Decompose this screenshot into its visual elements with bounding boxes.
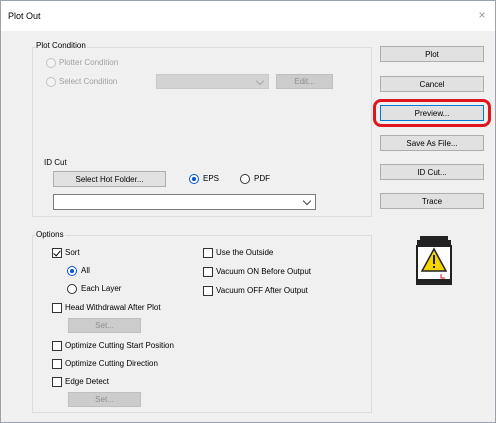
- plot-condition-group: [32, 47, 372, 217]
- optimize-start-label: Optimize Cutting Start Position: [65, 341, 174, 350]
- edge-detect-set-button[interactable]: Set...: [68, 392, 141, 407]
- preview-button[interactable]: Preview...: [380, 105, 484, 121]
- plot-button[interactable]: Plot: [380, 46, 484, 62]
- select-hot-folder-button[interactable]: Select Hot Folder...: [53, 171, 166, 187]
- plot-condition-legend: Plot Condition: [35, 41, 87, 50]
- edge-detect-label: Edge Detect: [65, 377, 110, 386]
- title-bar: Plot Out ×: [1, 1, 495, 31]
- select-condition-radio[interactable]: [46, 77, 56, 87]
- edit-condition-button[interactable]: Edit...: [276, 74, 333, 89]
- save-as-file-button[interactable]: Save As File...: [380, 135, 484, 151]
- id-cut-label: ID Cut: [44, 158, 67, 167]
- trace-button[interactable]: Trace: [380, 193, 484, 209]
- vacuum-on-label: Vacuum ON Before Output: [216, 267, 312, 276]
- select-condition-dropdown[interactable]: [156, 74, 269, 89]
- options-legend: Options: [35, 230, 65, 239]
- head-withdrawal-label: Head Withdrawal After Plot: [65, 303, 161, 312]
- sort-checkbox[interactable]: [52, 248, 62, 258]
- use-outside-label: Use the Outside: [216, 248, 274, 257]
- eps-label: EPS: [203, 174, 220, 183]
- cancel-button[interactable]: Cancel: [380, 76, 484, 92]
- vacuum-on-checkbox[interactable]: [203, 267, 213, 277]
- vacuum-off-label: Vacuum OFF After Output: [216, 286, 308, 295]
- head-withdrawal-set-button[interactable]: Set...: [68, 318, 141, 333]
- plotter-condition-radio[interactable]: [46, 58, 56, 68]
- sort-label: Sort: [65, 248, 80, 257]
- sort-each-layer-radio[interactable]: [67, 284, 77, 294]
- pdf-radio[interactable]: [240, 174, 250, 184]
- edge-detect-checkbox[interactable]: [52, 377, 62, 387]
- sort-all-radio[interactable]: [67, 266, 77, 276]
- use-outside-checkbox[interactable]: [203, 248, 213, 258]
- select-condition-label: Select Condition: [59, 77, 118, 86]
- window-title: Plot Out: [8, 11, 41, 21]
- plotter-warning-icon: [416, 236, 452, 285]
- sort-each-layer-label: Each Layer: [81, 284, 122, 293]
- sort-all-label: All: [81, 266, 90, 275]
- optimize-direction-label: Optimize Cutting Direction: [65, 359, 158, 368]
- optimize-start-checkbox[interactable]: [52, 341, 62, 351]
- optimize-direction-checkbox[interactable]: [52, 359, 62, 369]
- vacuum-off-checkbox[interactable]: [203, 286, 213, 296]
- plot-out-dialog: Plot Out × Plot Condition Plotter Condit…: [0, 0, 496, 423]
- id-cut-button[interactable]: ID Cut...: [380, 164, 484, 180]
- plotter-condition-label: Plotter Condition: [59, 58, 119, 67]
- pdf-label: PDF: [254, 174, 270, 183]
- eps-radio[interactable]: [189, 174, 199, 184]
- close-icon[interactable]: ×: [475, 8, 489, 22]
- chevron-down-icon: [302, 196, 312, 206]
- head-withdrawal-checkbox[interactable]: [52, 303, 62, 313]
- chevron-down-icon: [255, 76, 265, 86]
- hot-folder-dropdown[interactable]: [53, 194, 316, 210]
